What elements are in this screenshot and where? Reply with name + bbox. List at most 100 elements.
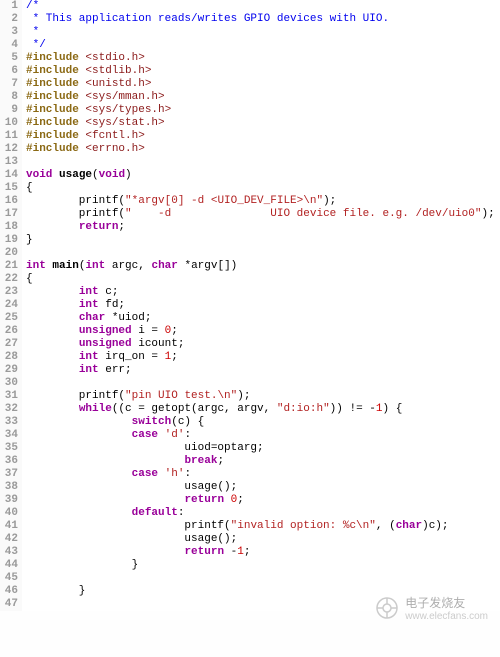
token-comment: */ — [26, 39, 46, 51]
line-number: 44 — [0, 559, 18, 572]
token-preprocessor: #include — [26, 91, 85, 103]
token-keyword: switch — [132, 416, 172, 428]
code-line: printf("invalid option: %c\n", (char)c); — [26, 520, 500, 533]
token-type: int — [85, 260, 105, 272]
token-keyword: return — [184, 494, 224, 506]
token-identifier — [26, 338, 79, 350]
line-number: 9 — [0, 104, 18, 117]
line-number: 26 — [0, 325, 18, 338]
token-identifier: *uiod; — [105, 312, 151, 324]
line-number: 12 — [0, 143, 18, 156]
token-identifier — [224, 494, 231, 506]
token-identifier: icount; — [132, 338, 185, 350]
line-number: 47 — [0, 598, 18, 611]
line-number: 3 — [0, 26, 18, 39]
code-line: #include <unistd.h> — [26, 78, 500, 91]
token-brace: } — [26, 234, 33, 246]
code-line: case 'h': — [26, 468, 500, 481]
code-line: } — [26, 234, 500, 247]
code-line — [26, 156, 500, 169]
line-number: 8 — [0, 91, 18, 104]
token-identifier: irq_on = — [99, 351, 165, 363]
code-line: switch(c) { — [26, 416, 500, 429]
token-include-path: <fcntl.h> — [85, 130, 144, 142]
token-identifier — [26, 546, 184, 558]
code-line: #include <stdio.h> — [26, 52, 500, 65]
token-identifier: printf( — [26, 520, 231, 532]
token-identifier — [26, 494, 184, 506]
token-identifier: )c); — [422, 520, 448, 532]
line-number: 42 — [0, 533, 18, 546]
token-identifier: } — [26, 585, 85, 597]
line-number: 30 — [0, 377, 18, 390]
line-number: 23 — [0, 286, 18, 299]
token-identifier: : — [178, 507, 185, 519]
token-identifier: (c) { — [171, 416, 204, 428]
token-keyword: while — [79, 403, 112, 415]
line-number: 1 — [0, 0, 18, 13]
token-identifier — [26, 468, 132, 480]
token-keyword: default — [132, 507, 178, 519]
line-number: 24 — [0, 299, 18, 312]
token-preprocessor: #include — [26, 130, 85, 142]
token-preprocessor: #include — [26, 65, 85, 77]
line-number: 10 — [0, 117, 18, 130]
code-line: break; — [26, 455, 500, 468]
code-line: usage(); — [26, 533, 500, 546]
line-number: 25 — [0, 312, 18, 325]
token-type: char — [396, 520, 422, 532]
token-preprocessor: #include — [26, 52, 85, 64]
token-include-path: <unistd.h> — [85, 78, 151, 90]
token-preprocessor: #include — [26, 117, 85, 129]
token-identifier: ; — [118, 221, 125, 233]
code-line: #include <sys/stat.h> — [26, 117, 500, 130]
code-line: while((c = getopt(argc, argv, "d:io:h"))… — [26, 403, 500, 416]
token-identifier: printf( — [26, 195, 125, 207]
code-line: int err; — [26, 364, 500, 377]
line-number: 40 — [0, 507, 18, 520]
token-identifier: ) — [125, 169, 132, 181]
token-identifier: i = — [132, 325, 165, 337]
line-number: 18 — [0, 221, 18, 234]
code-line: #include <sys/mman.h> — [26, 91, 500, 104]
token-identifier — [26, 312, 79, 324]
line-number: 17 — [0, 208, 18, 221]
line-number: 41 — [0, 520, 18, 533]
token-type: int — [79, 364, 99, 376]
token-include-path: <stdio.h> — [85, 52, 144, 64]
watermark-title: 电子发烧友 — [405, 594, 488, 611]
code-line: int irq_on = 1; — [26, 351, 500, 364]
token-comment: * This application reads/writes GPIO dev… — [26, 13, 389, 25]
line-number: 34 — [0, 429, 18, 442]
token-type: void — [99, 169, 125, 181]
token-char-literal: 'h' — [165, 468, 185, 480]
code-line: unsigned i = 0; — [26, 325, 500, 338]
token-type: int — [79, 351, 99, 363]
token-type: int — [79, 286, 99, 298]
code-line: unsigned icount; — [26, 338, 500, 351]
code-line: #include <fcntl.h> — [26, 130, 500, 143]
line-number: 21 — [0, 260, 18, 273]
token-include-path: <sys/stat.h> — [85, 117, 164, 129]
token-keyword: case — [132, 468, 158, 480]
code-line: return; — [26, 221, 500, 234]
token-identifier: ); — [323, 195, 336, 207]
line-number: 45 — [0, 572, 18, 585]
line-number: 16 — [0, 195, 18, 208]
line-number-gutter: 1234567891011121314151617181920212223242… — [0, 0, 22, 611]
code-content: /* * This application reads/writes GPIO … — [22, 0, 500, 611]
token-identifier: } — [26, 559, 138, 571]
token-number: 1 — [376, 403, 383, 415]
code-line: printf("pin UIO test.\n"); — [26, 390, 500, 403]
token-preprocessor: #include — [26, 143, 85, 155]
line-number: 22 — [0, 273, 18, 286]
token-identifier: err; — [99, 364, 132, 376]
token-type: unsigned — [79, 338, 132, 350]
code-line: usage(); — [26, 481, 500, 494]
token-identifier — [26, 429, 132, 441]
code-line: int main(int argc, char *argv[]) — [26, 260, 500, 273]
token-identifier: ; — [217, 455, 224, 467]
line-number: 28 — [0, 351, 18, 364]
line-number: 38 — [0, 481, 18, 494]
token-identifier — [26, 351, 79, 363]
